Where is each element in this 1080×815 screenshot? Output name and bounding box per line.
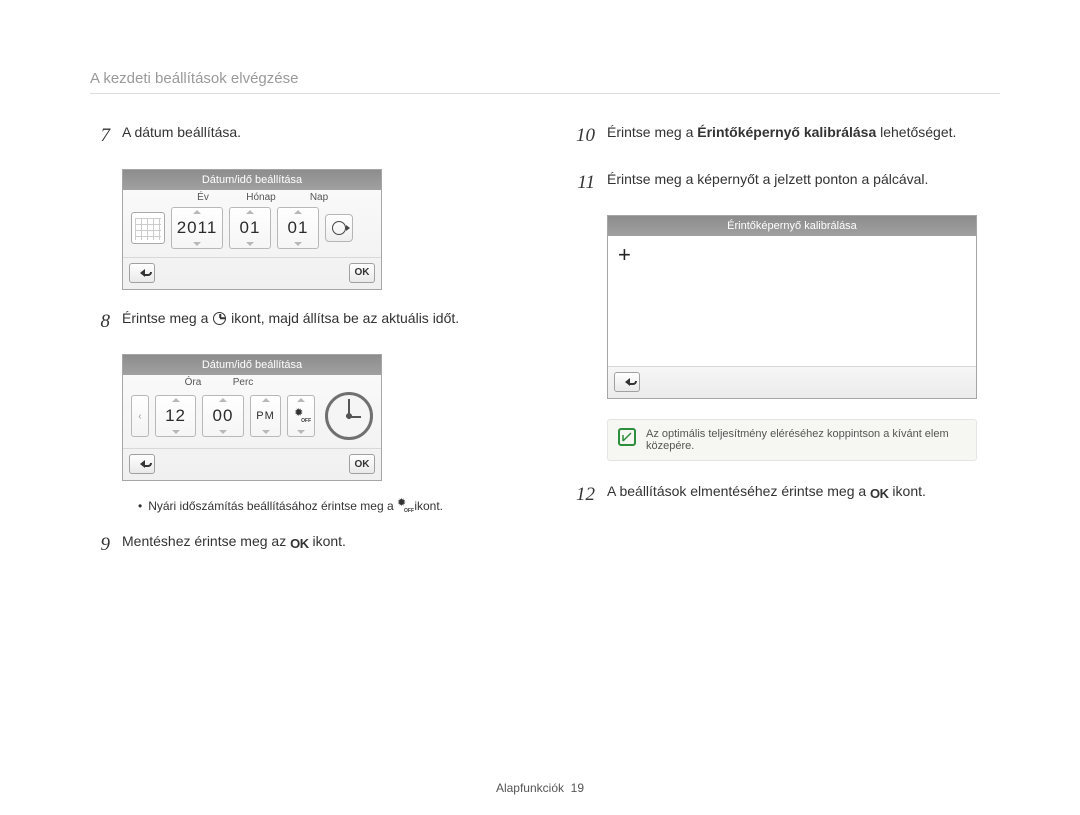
step-text: A beállítások elmentéséhez érintse meg a…: [607, 481, 926, 510]
step-11: 11 Érintse meg a képernyőt a jelzett pon…: [575, 169, 1000, 198]
step-number: 11: [575, 169, 595, 198]
minute-value: 00: [213, 406, 234, 426]
month-stepper[interactable]: 01: [229, 207, 271, 249]
back-button[interactable]: [129, 263, 155, 283]
step-text: Érintse meg a képernyőt a jelzett ponton…: [607, 169, 928, 198]
calibration-panel: Érintőképernyő kalibrálása +: [607, 215, 977, 399]
page-title: A kezdeti beállítások elvégzése: [90, 70, 1000, 94]
step-number: 7: [90, 122, 110, 151]
tip-callout: Az optimális teljesítmény eléréséhez kop…: [607, 419, 977, 461]
info-icon: [618, 428, 636, 446]
ok-button[interactable]: OK: [349, 454, 375, 474]
back-icon: [140, 460, 145, 468]
step-text: Mentéshez érintse meg az OK ikont.: [122, 531, 346, 560]
year-value: 2011: [177, 218, 218, 238]
ok-icon: OK: [870, 484, 889, 504]
step-7: 7 A dátum beállítása.: [90, 122, 515, 151]
dst-note: Nyári időszámítás beállításához érintse …: [138, 499, 515, 513]
clock-icon: [332, 221, 346, 235]
label-day: Nap: [299, 192, 339, 203]
calibration-target-icon: +: [618, 244, 631, 266]
label-month: Hónap: [241, 192, 281, 203]
analog-clock-icon: [325, 392, 373, 440]
ok-button[interactable]: OK: [349, 263, 375, 283]
step-number: 12: [575, 481, 595, 510]
ampm-stepper[interactable]: PM: [250, 395, 282, 437]
time-setting-panel: Dátum/idő beállítása Óra Perc ‹ 12 00: [122, 354, 382, 481]
date-setting-panel: Dátum/idő beállítása Év Hónap Nap 2011 0…: [122, 169, 382, 290]
time-labels-row: Óra Perc: [123, 375, 381, 388]
step-text: A dátum beállítása.: [122, 122, 241, 151]
panel-title: Dátum/idő beállítása: [123, 170, 381, 190]
panel-title: Érintőképernyő kalibrálása: [608, 216, 976, 236]
step-text: Érintse meg a Érintőképernyő kalibrálása…: [607, 122, 956, 151]
step-10: 10 Érintse meg a Érintőképernyő kalibrál…: [575, 122, 1000, 151]
step-number: 10: [575, 122, 595, 151]
day-stepper[interactable]: 01: [277, 207, 319, 249]
clock-icon: [213, 312, 226, 325]
step-number: 9: [90, 531, 110, 560]
dst-off-icon: [397, 500, 411, 512]
dst-toggle[interactable]: [287, 395, 315, 437]
step-12: 12 A beállítások elmentéséhez érintse me…: [575, 481, 1000, 510]
minute-stepper[interactable]: 00: [202, 395, 243, 437]
label-hour: Óra: [173, 377, 213, 388]
right-column: 10 Érintse meg a Érintőképernyő kalibrál…: [575, 122, 1000, 578]
ampm-value: PM: [256, 410, 275, 422]
chevron-right-icon: [346, 225, 350, 231]
back-button[interactable]: [614, 372, 640, 392]
go-to-time-button[interactable]: [325, 214, 353, 242]
tip-text: Az optimális teljesítmény eléréséhez kop…: [646, 428, 966, 452]
hour-value: 12: [165, 406, 186, 426]
calendar-icon: [131, 212, 165, 244]
dst-off-icon: [294, 410, 308, 422]
panel-title: Dátum/idő beállítása: [123, 355, 381, 375]
step-text: Érintse meg a ikont, majd állítsa be az …: [122, 308, 459, 337]
month-value: 01: [240, 218, 261, 238]
back-icon: [625, 378, 630, 386]
go-to-date-button[interactable]: ‹: [131, 395, 149, 437]
day-value: 01: [288, 218, 309, 238]
ok-icon: OK: [290, 534, 309, 554]
calibration-area[interactable]: +: [608, 236, 976, 366]
back-icon: [140, 269, 145, 277]
date-labels-row: Év Hónap Nap: [123, 190, 381, 203]
step-number: 8: [90, 308, 110, 337]
label-minute: Perc: [223, 377, 263, 388]
year-stepper[interactable]: 2011: [171, 207, 223, 249]
left-column: 7 A dátum beállítása. Dátum/idő beállítá…: [90, 122, 515, 578]
step-8: 8 Érintse meg a ikont, majd állítsa be a…: [90, 308, 515, 337]
page-footer: Alapfunkciók 19: [0, 781, 1080, 795]
back-button[interactable]: [129, 454, 155, 474]
label-year: Év: [183, 192, 223, 203]
step-9: 9 Mentéshez érintse meg az OK ikont.: [90, 531, 515, 560]
hour-stepper[interactable]: 12: [155, 395, 196, 437]
